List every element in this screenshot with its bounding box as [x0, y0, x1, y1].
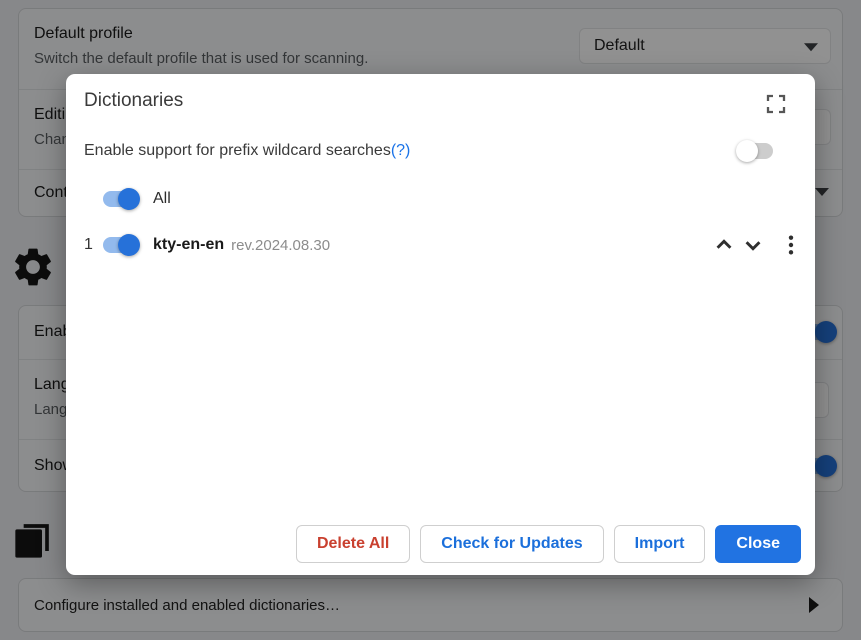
dictionaries-modal: Dictionaries Enable support for prefix w… — [66, 74, 815, 575]
move-up-button[interactable] — [712, 233, 736, 257]
move-down-button[interactable] — [741, 233, 765, 257]
dictionary-revision: rev.2024.08.30 — [231, 237, 330, 254]
dictionary-index: 1 — [84, 236, 96, 254]
wildcard-row: Enable support for prefix wildcard searc… — [84, 137, 797, 165]
expand-icon[interactable] — [764, 92, 788, 116]
dictionary-name: kty-en-en — [153, 236, 224, 254]
close-button[interactable]: Close — [715, 525, 801, 563]
chevron-down-icon — [742, 234, 764, 256]
delete-all-button[interactable]: Delete All — [296, 525, 410, 563]
wildcard-label: Enable support for prefix wildcard searc… — [84, 142, 391, 160]
import-button[interactable]: Import — [614, 525, 706, 563]
dictionary-toggle[interactable] — [103, 237, 137, 253]
dictionary-row: 1 kty-en-en rev.2024.08.30 — [84, 231, 797, 259]
check-for-updates-button[interactable]: Check for Updates — [420, 525, 603, 563]
kebab-menu-icon — [788, 234, 794, 256]
wildcard-help-link[interactable]: (?) — [391, 142, 411, 160]
chevron-up-icon — [713, 234, 735, 256]
wildcard-toggle[interactable] — [739, 143, 773, 159]
modal-footer: Delete All Check for Updates Import Clos… — [296, 525, 801, 563]
settings-page: Default profile Switch the default profi… — [0, 0, 861, 640]
all-dictionaries-toggle[interactable] — [103, 191, 137, 207]
modal-title: Dictionaries — [84, 90, 183, 112]
all-label: All — [153, 190, 171, 208]
dictionary-menu-button[interactable] — [782, 233, 800, 257]
all-dictionaries-row: All — [84, 185, 797, 213]
